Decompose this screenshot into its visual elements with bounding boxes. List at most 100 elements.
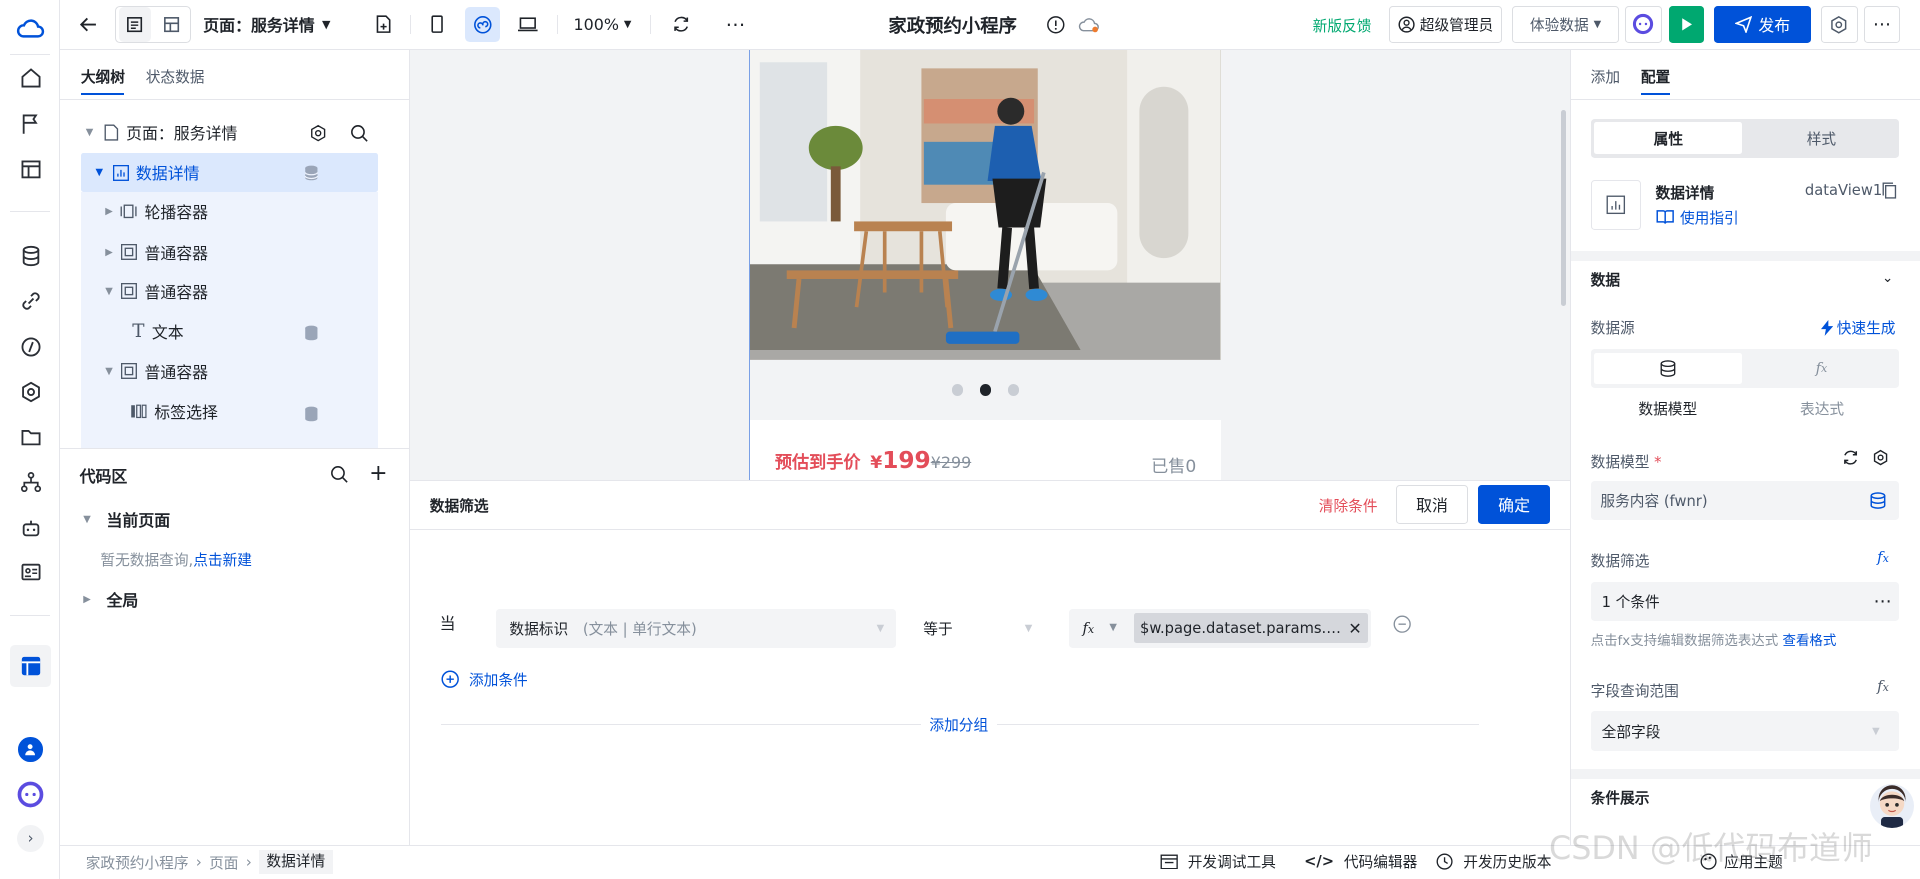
info-icon[interactable] (1044, 13, 1066, 35)
remove-condition-icon[interactable] (1392, 615, 1412, 635)
id-card-icon[interactable] (16, 557, 45, 586)
ai-assistant-icon[interactable] (17, 781, 44, 808)
field-scope-select[interactable]: 全部字段 ▼ (1590, 711, 1900, 751)
breadcrumb-item[interactable]: 家政预约小程序 (78, 852, 196, 873)
code-add-icon[interactable]: + (367, 461, 389, 486)
tab-add[interactable]: 添加 (1591, 66, 1620, 87)
clear-conditions-link[interactable]: 清除条件 (1319, 495, 1378, 516)
canvas-scrollbar[interactable] (1561, 110, 1567, 307)
global-row[interactable]: ▶ 全局 (83, 588, 138, 611)
zoom-select[interactable]: 100% ▼ (571, 7, 635, 41)
add-group-button[interactable]: 添加分组 (920, 713, 997, 735)
refresh-icon[interactable] (665, 7, 697, 41)
page-settings-icon[interactable] (307, 122, 329, 144)
caret-right-icon[interactable]: ▶ (105, 206, 117, 217)
caret-down-icon[interactable]: ▼ (105, 286, 117, 297)
carousel-dot-active[interactable] (979, 384, 991, 396)
settings-button[interactable] (1820, 6, 1858, 43)
current-page-row[interactable]: ▼ 当前页面 (83, 508, 170, 531)
carousel-dot[interactable] (951, 384, 963, 396)
segment-props[interactable]: 属性 (1594, 122, 1743, 155)
operator-select[interactable]: 等于 ▼ (910, 609, 1045, 648)
segment-style[interactable]: 样式 (1747, 122, 1895, 154)
tab-outline[interactable]: 大纲树 (81, 66, 125, 87)
chevron-down-icon[interactable]: ▼ (1109, 622, 1117, 633)
tree-node-page[interactable]: ▼ 页面：服务详情 (81, 114, 379, 151)
create-query-link[interactable]: 点击新建 (193, 552, 252, 569)
flag-icon[interactable] (16, 109, 45, 138)
caret-right-icon[interactable]: ▶ (105, 247, 117, 258)
tab-config[interactable]: 配置 (1641, 66, 1670, 87)
field-select[interactable]: 数据标识 (文本 | 单行文本) ▼ (495, 608, 897, 648)
user-avatar-icon[interactable] (18, 737, 43, 762)
cloud-sync-icon[interactable] (1076, 13, 1100, 35)
add-page-icon[interactable] (367, 7, 399, 41)
more-icon[interactable]: ⋯ (1873, 591, 1891, 612)
miniprogram-view-icon[interactable] (465, 7, 500, 42)
tree-node-carousel[interactable]: ▶ 轮播容器 (81, 193, 379, 230)
refresh-model-icon[interactable] (1840, 448, 1860, 468)
condition-display-title[interactable]: 条件展示 (1591, 787, 1650, 808)
home-icon[interactable] (16, 64, 45, 93)
api-icon[interactable] (16, 332, 45, 361)
close-icon[interactable]: ✕ (1348, 619, 1361, 638)
hexagon-icon[interactable] (16, 377, 45, 406)
tree-node-tag-select[interactable]: 标签选择 (81, 393, 379, 430)
tree-node-container[interactable]: ▼ 普通容器 (81, 353, 379, 390)
caret-down-icon[interactable]: ▼ (96, 167, 108, 178)
source-model-option[interactable] (1594, 352, 1743, 385)
publish-button[interactable]: 发布 (1714, 6, 1812, 43)
more-icon[interactable]: ⋯ (720, 7, 752, 41)
tree-search-icon[interactable] (348, 122, 370, 144)
app-theme-button[interactable]: 应用主题 (1700, 851, 1783, 872)
data-model-select[interactable]: 服务内容 (fwnr) (1590, 481, 1900, 521)
tree-node-container[interactable]: ▶ 普通容器 (81, 234, 379, 271)
view-format-link[interactable]: 查看格式 (1783, 634, 1837, 649)
history-button[interactable]: 开发历史版本 (1436, 851, 1551, 872)
page-view-icon[interactable] (118, 7, 151, 42)
breadcrumb-item-current[interactable]: 数据详情 (259, 849, 333, 875)
folder-icon[interactable] (16, 422, 45, 451)
link-icon[interactable] (16, 287, 45, 316)
back-arrow-icon[interactable] (73, 7, 102, 41)
desktop-view-icon[interactable] (512, 7, 544, 41)
caret-down-icon[interactable]: ▼ (86, 127, 98, 138)
experience-data-select[interactable]: 体验数据 ▼ (1512, 6, 1619, 43)
tree-node-data-detail[interactable]: ▼ 数据详情 (81, 154, 379, 191)
code-search-icon[interactable] (328, 463, 350, 485)
quick-generate-link[interactable]: 快速生成 (1820, 317, 1896, 338)
debug-tool-button[interactable]: 开发调试工具 (1160, 851, 1276, 872)
layout-view-icon[interactable] (156, 7, 188, 41)
page-selector[interactable]: 页面：服务详情 ▼ (203, 7, 340, 41)
more-menu-button[interactable]: ⋯ (1863, 6, 1901, 43)
tree-node-container[interactable]: ▼ 普通容器 (81, 273, 379, 310)
caret-down-icon[interactable]: ▼ (105, 366, 117, 377)
carousel-dot[interactable] (1008, 384, 1020, 396)
assistant-avatar[interactable] (1869, 783, 1914, 828)
source-expr-option[interactable]: fx (1747, 353, 1895, 385)
data-filter-field[interactable]: 1 个条件 ⋯ (1590, 581, 1900, 621)
tree-node-text[interactable]: T 文本 (81, 313, 379, 350)
data-section-title[interactable]: 数据 (1591, 269, 1620, 290)
feedback-link[interactable]: 新版反馈 (1313, 15, 1372, 36)
mobile-view-icon[interactable] (421, 7, 453, 41)
tab-state-data[interactable]: 状态数据 (146, 66, 205, 87)
robot-icon[interactable] (16, 513, 45, 542)
breadcrumb-item[interactable]: 页面 (202, 852, 246, 873)
model-settings-icon[interactable] (1871, 448, 1891, 468)
usage-guide-link[interactable]: 使用指引 (1656, 207, 1739, 228)
code-editor-button[interactable]: </> 代码编辑器 (1304, 851, 1417, 872)
fx-icon[interactable]: fx (1082, 620, 1094, 637)
workflow-icon[interactable] (16, 468, 45, 497)
scope-fx-icon[interactable]: fx (1877, 678, 1889, 695)
cancel-button[interactable]: 取消 (1395, 484, 1469, 525)
database-icon[interactable] (16, 241, 45, 270)
page-grid-icon[interactable] (16, 156, 45, 185)
app-logo-icon[interactable] (15, 15, 47, 47)
filter-fx-icon[interactable]: fx (1877, 549, 1889, 566)
add-condition-button[interactable]: 添加条件 (441, 669, 528, 690)
confirm-button[interactable]: 确定 (1477, 484, 1551, 525)
layout-icon[interactable] (9, 645, 52, 687)
copy-icon[interactable] (1881, 182, 1898, 200)
preview-button[interactable] (1668, 6, 1705, 43)
